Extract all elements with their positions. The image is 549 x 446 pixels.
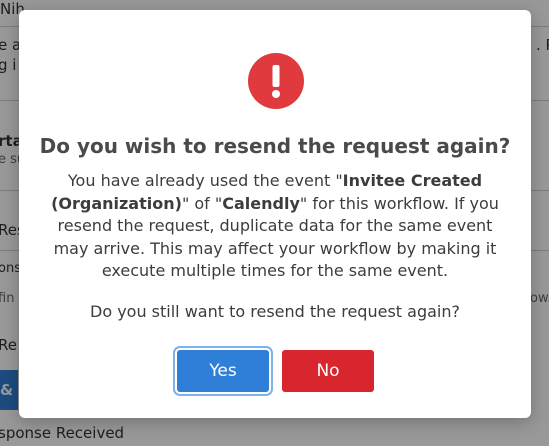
message-prefix: You have already used the event " xyxy=(67,171,343,190)
dialog-question: Do you still want to resend the request … xyxy=(90,302,460,321)
dialog-message: You have already used the event "Invitee… xyxy=(45,170,505,283)
resend-confirm-dialog: Do you wish to resend the request again?… xyxy=(19,10,531,418)
exclamation-circle-icon xyxy=(248,53,304,109)
message-middle: " of " xyxy=(181,193,223,213)
yes-button[interactable]: Yes xyxy=(177,350,269,392)
dialog-title: Do you wish to resend the request again? xyxy=(39,134,511,158)
no-button[interactable]: No xyxy=(282,350,374,392)
app-name: Calendly xyxy=(222,193,300,213)
app-page: Nih e a g i . Pl rta e su Res onse fin o… xyxy=(0,0,549,446)
